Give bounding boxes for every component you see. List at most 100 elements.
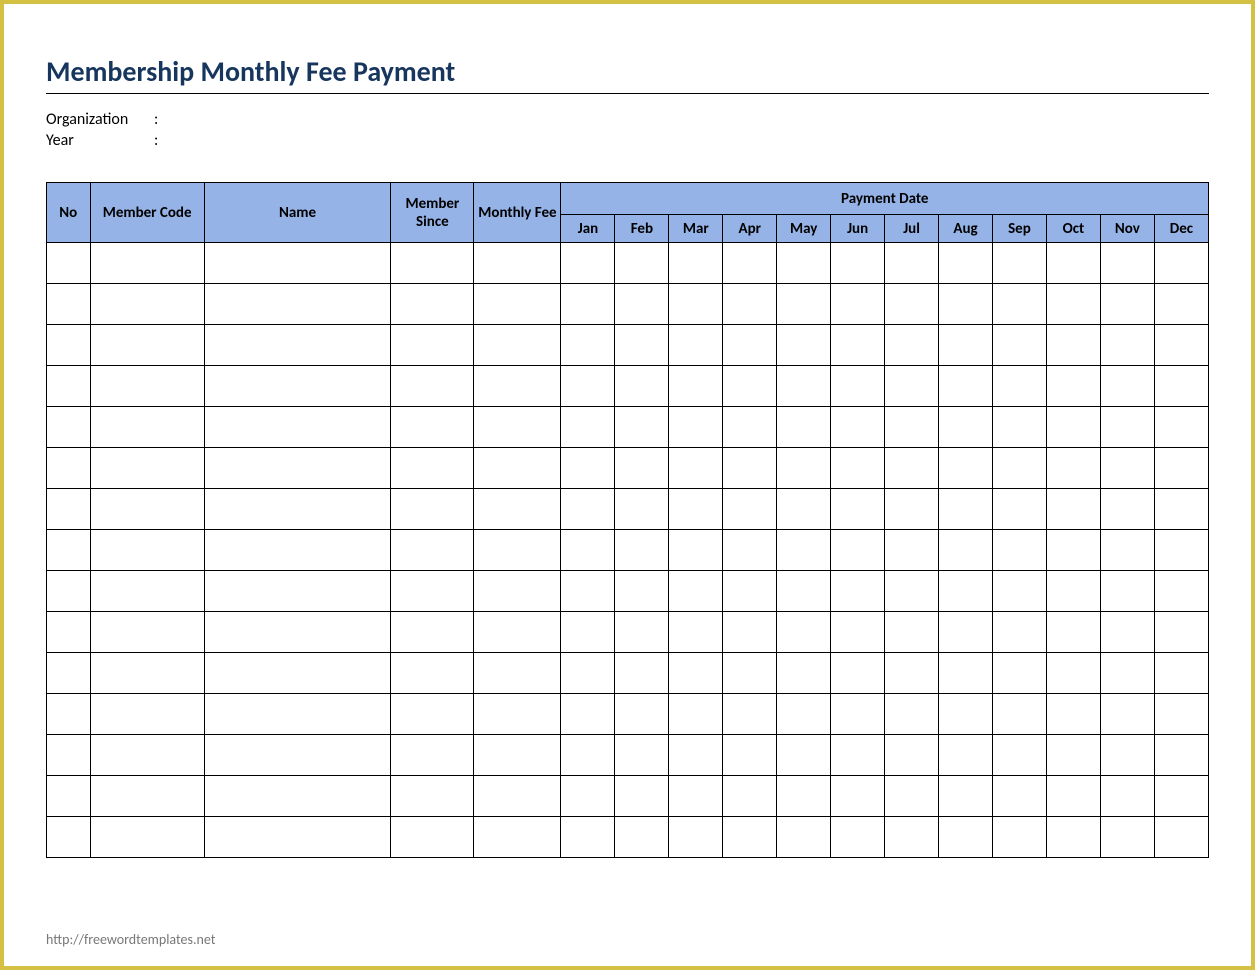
- table-cell: [831, 817, 885, 858]
- table-cell: [777, 571, 831, 612]
- footer-link: http://freewordtemplates.net: [46, 931, 215, 948]
- table-cell: [561, 448, 615, 489]
- table-cell: [615, 407, 669, 448]
- table-cell: [777, 284, 831, 325]
- table-cell: [992, 284, 1046, 325]
- meta-block: Organization : Year :: [46, 110, 1209, 150]
- table-cell: [90, 489, 204, 530]
- table-cell: [561, 407, 615, 448]
- table-cell: [391, 448, 474, 489]
- table-cell: [1046, 612, 1100, 653]
- table-cell: [561, 817, 615, 858]
- table-cell: [669, 530, 723, 571]
- table-cell: [1154, 407, 1208, 448]
- col-header-jul: Jul: [885, 215, 939, 243]
- table-cell: [561, 694, 615, 735]
- table-cell: [204, 366, 391, 407]
- table-cell: [1046, 284, 1100, 325]
- table-row: [47, 776, 1209, 817]
- table-cell: [723, 366, 777, 407]
- table-cell: [474, 653, 561, 694]
- table-cell: [992, 489, 1046, 530]
- table-cell: [90, 735, 204, 776]
- col-header-feb: Feb: [615, 215, 669, 243]
- table-cell: [777, 489, 831, 530]
- table-row: [47, 817, 1209, 858]
- table-cell: [1046, 571, 1100, 612]
- table-cell: [90, 407, 204, 448]
- table-cell: [939, 448, 993, 489]
- table-cell: [939, 735, 993, 776]
- col-header-member-code: Member Code: [90, 183, 204, 243]
- table-cell: [47, 776, 91, 817]
- page-title: Membership Monthly Fee Payment: [46, 54, 1209, 89]
- table-cell: [992, 776, 1046, 817]
- table-cell: [1046, 530, 1100, 571]
- table-cell: [992, 530, 1046, 571]
- table-cell: [992, 571, 1046, 612]
- table-cell: [831, 612, 885, 653]
- table-cell: [885, 694, 939, 735]
- table-cell: [391, 407, 474, 448]
- table-cell: [47, 530, 91, 571]
- table-cell: [777, 653, 831, 694]
- table-row: [47, 366, 1209, 407]
- table-cell: [474, 448, 561, 489]
- table-cell: [1154, 366, 1208, 407]
- table-cell: [939, 325, 993, 366]
- table-cell: [1154, 530, 1208, 571]
- table-cell: [47, 489, 91, 530]
- year-label: Year: [46, 131, 154, 150]
- table-cell: [1046, 776, 1100, 817]
- table-cell: [615, 284, 669, 325]
- table-cell: [204, 817, 391, 858]
- table-cell: [885, 489, 939, 530]
- table-cell: [669, 776, 723, 817]
- table-cell: [831, 776, 885, 817]
- table-row: [47, 448, 1209, 489]
- table-cell: [669, 817, 723, 858]
- table-cell: [1100, 448, 1154, 489]
- table-cell: [669, 448, 723, 489]
- table-cell: [723, 407, 777, 448]
- table-cell: [1154, 448, 1208, 489]
- col-header-sep: Sep: [992, 215, 1046, 243]
- table-cell: [723, 694, 777, 735]
- organization-label: Organization: [46, 110, 154, 129]
- table-cell: [391, 489, 474, 530]
- table-cell: [1154, 571, 1208, 612]
- table-cell: [615, 448, 669, 489]
- table-cell: [474, 407, 561, 448]
- table-cell: [777, 776, 831, 817]
- table-cell: [204, 776, 391, 817]
- table-cell: [204, 489, 391, 530]
- table-cell: [992, 325, 1046, 366]
- table-cell: [474, 612, 561, 653]
- table-cell: [90, 325, 204, 366]
- table-cell: [47, 571, 91, 612]
- table-cell: [831, 325, 885, 366]
- table-cell: [777, 694, 831, 735]
- table-cell: [47, 407, 91, 448]
- table-cell: [777, 448, 831, 489]
- table-cell: [47, 325, 91, 366]
- table-cell: [1100, 325, 1154, 366]
- table-cell: [669, 571, 723, 612]
- table-cell: [831, 407, 885, 448]
- table-cell: [939, 366, 993, 407]
- table-cell: [615, 571, 669, 612]
- table-cell: [391, 694, 474, 735]
- col-header-member-since: Member Since: [391, 183, 474, 243]
- title-underline: [46, 93, 1209, 94]
- table-cell: [47, 448, 91, 489]
- table-cell: [1154, 325, 1208, 366]
- table-cell: [992, 407, 1046, 448]
- table-cell: [1046, 448, 1100, 489]
- table-cell: [474, 489, 561, 530]
- table-cell: [1154, 243, 1208, 284]
- table-cell: [1046, 407, 1100, 448]
- meta-row-year: Year :: [46, 131, 1209, 150]
- col-header-dec: Dec: [1154, 215, 1208, 243]
- table-cell: [204, 407, 391, 448]
- table-cell: [777, 530, 831, 571]
